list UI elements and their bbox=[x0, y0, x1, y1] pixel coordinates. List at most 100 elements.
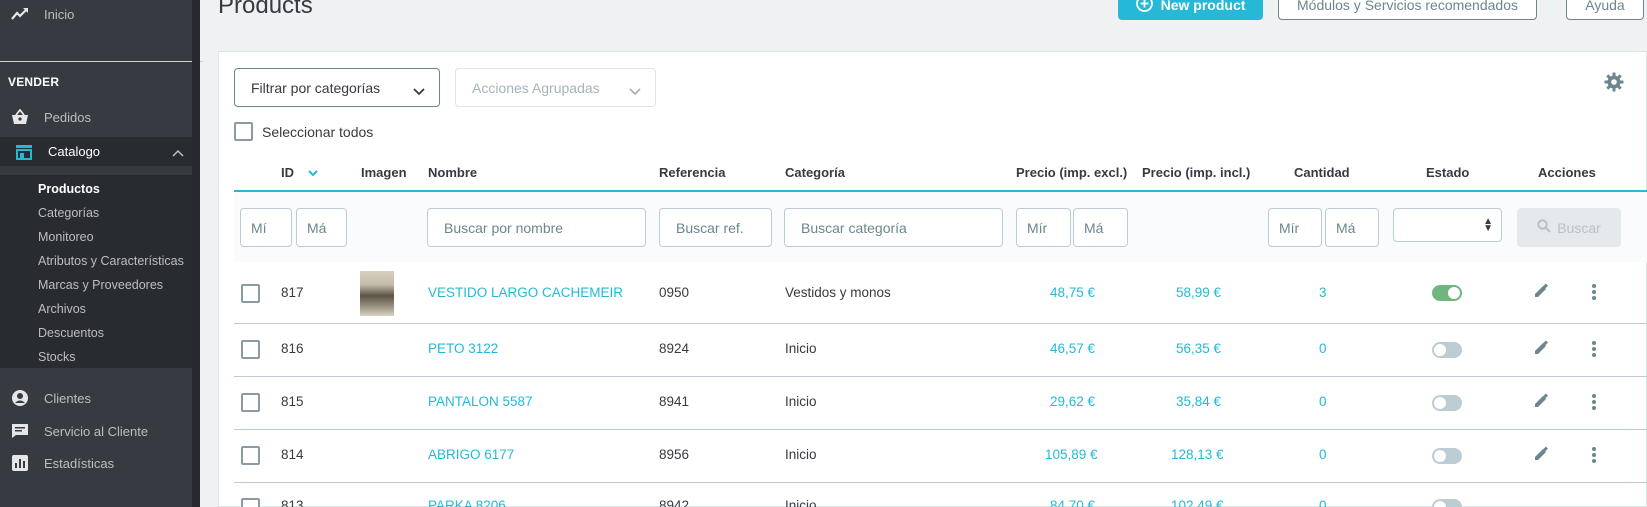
row-name-link[interactable]: PANTALON 5587 bbox=[428, 394, 533, 409]
row-price-incl[interactable]: 128,13 € bbox=[1171, 447, 1224, 462]
row-price-excl[interactable]: 46,57 € bbox=[1050, 341, 1095, 356]
bulk-actions-dropdown[interactable]: Acciones Agrupadas bbox=[455, 68, 656, 107]
row-checkbox[interactable] bbox=[241, 284, 260, 303]
edit-pencil-icon[interactable] bbox=[1533, 393, 1549, 409]
row-price-excl[interactable]: 48,75 € bbox=[1050, 285, 1095, 300]
quantity-min-input[interactable]: Mír bbox=[1268, 208, 1322, 247]
status-toggle-off[interactable] bbox=[1432, 395, 1462, 411]
column-header-id[interactable]: ID bbox=[281, 165, 318, 180]
column-header-precio-excl[interactable]: Precio (imp. excl.) bbox=[1016, 165, 1127, 180]
row-name-link[interactable]: PETO 3122 bbox=[428, 341, 498, 356]
sidebar-item-servicio[interactable]: Servicio al Cliente bbox=[0, 418, 192, 444]
select-all-checkbox[interactable] bbox=[234, 122, 253, 141]
new-product-button[interactable]: New product bbox=[1118, 0, 1263, 20]
gear-icon[interactable] bbox=[1604, 72, 1624, 97]
column-header-cantidad[interactable]: Cantidad bbox=[1294, 165, 1350, 180]
category-search-input[interactable]: Buscar categoría bbox=[784, 208, 1003, 247]
row-id: 816 bbox=[281, 341, 304, 356]
name-search-input[interactable]: Buscar por nombre bbox=[427, 208, 646, 247]
column-header-estado[interactable]: Estado bbox=[1426, 165, 1469, 180]
row-name-link[interactable]: PARKA 8206 bbox=[428, 498, 506, 507]
chevron-down-icon bbox=[629, 83, 641, 99]
row-quantity[interactable]: 3 bbox=[1319, 285, 1327, 300]
row-checkbox[interactable] bbox=[241, 393, 260, 412]
column-header-categoria[interactable]: Categoría bbox=[785, 165, 845, 180]
row-price-excl[interactable]: 105,89 € bbox=[1045, 447, 1098, 462]
row-quantity[interactable]: 0 bbox=[1319, 498, 1327, 507]
row-divider bbox=[234, 376, 1647, 377]
sidebar-item-label: Estadísticas bbox=[44, 455, 115, 471]
status-toggle-off[interactable] bbox=[1432, 342, 1462, 358]
row-id: 817 bbox=[281, 285, 304, 300]
status-toggle-off[interactable] bbox=[1432, 499, 1462, 507]
sort-desc-icon[interactable] bbox=[307, 165, 318, 180]
sidebar-item-catalogo[interactable]: Catalogo bbox=[0, 137, 192, 166]
recommended-modules-button[interactable]: Módulos y Servicios recomendados bbox=[1278, 0, 1537, 20]
help-button[interactable]: Ayuda bbox=[1566, 0, 1644, 20]
sidebar-subitem-marcas[interactable]: Marcas y Proveedores bbox=[38, 278, 163, 292]
sidebar-subitem-categorias[interactable]: Categorías bbox=[38, 206, 99, 220]
filter-categories-dropdown[interactable]: Filtrar por categorías bbox=[234, 68, 440, 107]
sidebar-subitem-archivos[interactable]: Archivos bbox=[38, 302, 86, 316]
sidebar-item-estadisticas[interactable]: Estadísticas bbox=[0, 450, 192, 476]
sidebar-item-label: Catalogo bbox=[48, 144, 101, 159]
row-checkbox[interactable] bbox=[241, 498, 260, 507]
search-button[interactable]: Buscar bbox=[1517, 208, 1621, 247]
sidebar-item-clientes[interactable]: Clientes bbox=[0, 385, 192, 411]
sidebar-item-label: Servicio al Cliente bbox=[44, 423, 149, 439]
price-max-input[interactable]: Má bbox=[1073, 208, 1128, 247]
status-toggle-off[interactable] bbox=[1432, 448, 1462, 464]
row-name-link[interactable]: ABRIGO 6177 bbox=[428, 447, 514, 462]
product-thumbnail[interactable] bbox=[360, 271, 394, 316]
edit-pencil-icon[interactable] bbox=[1533, 446, 1549, 462]
id-max-input[interactable]: Má bbox=[296, 208, 347, 247]
row-quantity[interactable]: 0 bbox=[1319, 341, 1327, 356]
search-icon bbox=[1537, 219, 1551, 236]
row-price-excl[interactable]: 29,62 € bbox=[1050, 394, 1095, 409]
price-min-input[interactable]: Mír bbox=[1016, 208, 1071, 247]
sidebar-subitem-monitoreo[interactable]: Monitoreo bbox=[38, 230, 94, 244]
sidebar-item-inicio[interactable]: Inicio bbox=[0, 1, 192, 27]
row-price-incl[interactable]: 35,84 € bbox=[1176, 394, 1221, 409]
account-circle-icon bbox=[10, 388, 30, 408]
products-panel bbox=[218, 51, 1647, 507]
row-price-incl[interactable]: 56,35 € bbox=[1176, 341, 1221, 356]
row-checkbox[interactable] bbox=[241, 446, 260, 465]
edit-pencil-icon[interactable] bbox=[1533, 340, 1549, 356]
sidebar-subitem-productos[interactable]: Productos bbox=[38, 182, 100, 196]
row-category: Inicio bbox=[785, 498, 817, 507]
row-price-excl[interactable]: 84,70 € bbox=[1050, 498, 1095, 507]
status-toggle-on[interactable] bbox=[1432, 285, 1462, 301]
more-vertical-icon[interactable] bbox=[1591, 393, 1597, 411]
reference-search-input[interactable]: Buscar ref. bbox=[659, 208, 772, 247]
row-quantity[interactable]: 0 bbox=[1319, 447, 1327, 462]
row-quantity[interactable]: 0 bbox=[1319, 394, 1327, 409]
column-header-precio-incl[interactable]: Precio (imp. incl.) bbox=[1142, 165, 1250, 180]
row-name-link[interactable]: VESTIDO LARGO CACHEMEIR bbox=[428, 285, 623, 300]
more-vertical-icon[interactable] bbox=[1591, 283, 1597, 301]
row-checkbox[interactable] bbox=[241, 340, 260, 359]
id-min-input[interactable]: Mí bbox=[240, 208, 292, 247]
sidebar-item-label: Pedidos bbox=[44, 109, 91, 125]
edit-pencil-icon[interactable] bbox=[1533, 283, 1549, 299]
sidebar-subitem-descuentos[interactable]: Descuentos bbox=[38, 326, 104, 340]
quantity-max-input[interactable]: Má bbox=[1325, 208, 1379, 247]
row-reference: 8942 bbox=[659, 498, 690, 507]
row-price-incl[interactable]: 58,99 € bbox=[1176, 285, 1221, 300]
row-divider bbox=[234, 323, 1647, 324]
new-product-label: New product bbox=[1160, 0, 1246, 13]
more-vertical-icon[interactable] bbox=[1591, 446, 1597, 464]
row-price-incl[interactable]: 102,49 € bbox=[1171, 498, 1224, 507]
bar-chart-icon bbox=[10, 453, 30, 473]
chevron-down-icon bbox=[413, 83, 425, 99]
status-filter-select[interactable]: ▲ ▼ bbox=[1393, 208, 1502, 242]
column-header-imagen: Imagen bbox=[361, 165, 407, 180]
trending-up-icon bbox=[10, 4, 30, 24]
column-header-nombre[interactable]: Nombre bbox=[428, 165, 477, 180]
sidebar-subitem-atributos[interactable]: Atributos y Características bbox=[38, 254, 184, 268]
sidebar-item-pedidos[interactable]: Pedidos bbox=[0, 104, 192, 130]
column-header-referencia[interactable]: Referencia bbox=[659, 165, 725, 180]
sidebar-subitem-stocks[interactable]: Stocks bbox=[38, 350, 76, 364]
page-title: Products bbox=[218, 0, 313, 19]
more-vertical-icon[interactable] bbox=[1591, 340, 1597, 358]
